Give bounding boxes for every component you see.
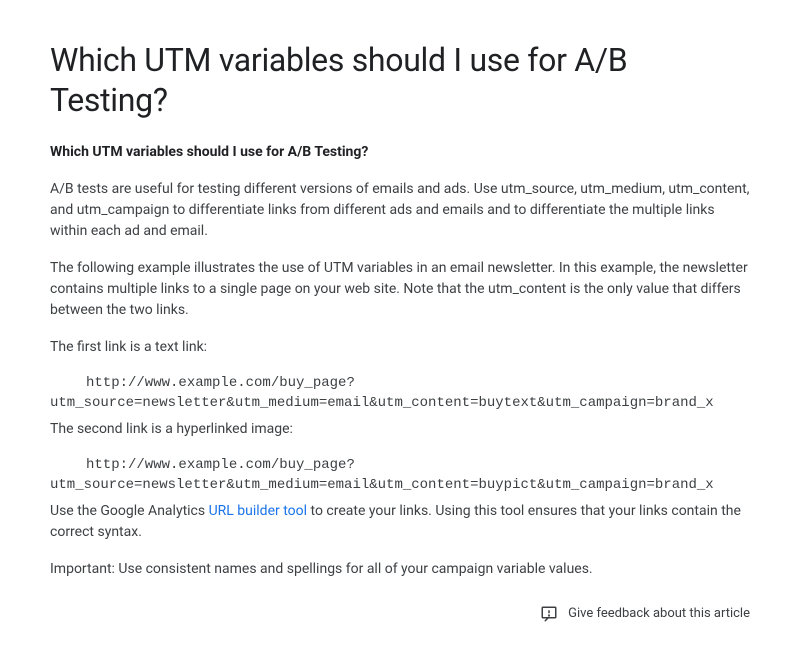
paragraph-url-builder: Use the Google Analytics URL builder too… [50, 501, 750, 543]
url-builder-link[interactable]: URL builder tool [209, 503, 307, 519]
page-title: Which UTM variables should I use for A/B… [50, 40, 750, 120]
paragraph-important-note: Important: Use consistent names and spel… [50, 559, 750, 580]
paragraph-first-link-label: The first link is a text link: [50, 337, 750, 358]
code-line: utm_source=newsletter&utm_medium=email&u… [50, 477, 714, 493]
paragraph-example-intro: The following example illustrates the us… [50, 258, 750, 321]
paragraph-second-link-label: The second link is a hyperlinked image: [50, 419, 750, 440]
article-subheading: Which UTM variables should I use for A/B… [50, 142, 750, 163]
code-line: http://www.example.com/buy_page? [50, 456, 355, 476]
text-before-link: Use the Google Analytics [50, 503, 209, 519]
paragraph-intro: A/B tests are useful for testing differe… [50, 179, 750, 242]
code-line: utm_source=newsletter&utm_medium=email&u… [50, 395, 714, 411]
feedback-button[interactable]: Give feedback about this article [50, 604, 750, 624]
code-example-2: http://www.example.com/buy_page? utm_sou… [50, 456, 750, 495]
feedback-label: Give feedback about this article [568, 604, 750, 624]
code-example-1: http://www.example.com/buy_page? utm_sou… [50, 374, 750, 413]
feedback-icon [540, 605, 558, 623]
code-line: http://www.example.com/buy_page? [50, 374, 355, 394]
